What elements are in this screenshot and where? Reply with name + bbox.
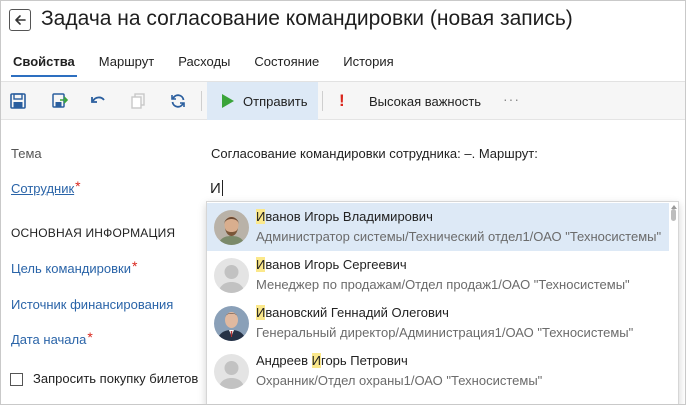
copy-button[interactable] xyxy=(126,89,150,113)
text-caret xyxy=(221,180,223,196)
user-photo-icon xyxy=(214,210,249,245)
suggestion-item[interactable]: Иванов Игорь Сергеевич Менеджер по прода… xyxy=(207,251,669,299)
employee-label[interactable]: Сотрудник* xyxy=(11,178,81,197)
purpose-label: Цель командировки* xyxy=(11,258,138,277)
scrollbar-thumb[interactable] xyxy=(671,209,676,221)
employee-label-text: Сотрудник xyxy=(11,181,75,196)
send-button-label: Отправить xyxy=(243,93,308,109)
toolbar-separator xyxy=(201,91,202,111)
user-placeholder-icon xyxy=(214,354,249,389)
name-rest: вановский Геннадий Олегович xyxy=(265,305,449,320)
tab-history[interactable]: История xyxy=(331,45,405,81)
page-title: Задача на согласование командировки (нов… xyxy=(41,7,573,30)
avatar xyxy=(214,210,249,245)
refresh-icon xyxy=(171,94,185,108)
user-photo-icon xyxy=(214,306,249,341)
exclamation-icon: ! xyxy=(339,91,345,110)
required-mark: * xyxy=(75,178,81,194)
suggestion-description: Менеджер по продажам/Отдел продаж1/ОАО "… xyxy=(256,277,630,292)
refresh-button[interactable] xyxy=(166,89,190,113)
avatar xyxy=(214,354,249,389)
save-icon xyxy=(10,93,26,109)
high-priority-button[interactable]: ! Высокая важность xyxy=(339,82,481,120)
save-close-icon xyxy=(52,93,68,108)
suggestion-item[interactable]: Ивановский Геннадий Олегович Генеральный… xyxy=(207,299,669,347)
arrow-left-icon xyxy=(15,15,26,25)
high-priority-label: Высокая важность xyxy=(369,93,482,109)
more-options-button[interactable]: ··· xyxy=(503,91,520,107)
suggestion-description: Генеральный директор/Администрация1/ОАО … xyxy=(256,325,634,340)
suggestion-description: Администратор системы/Технический отдел1… xyxy=(256,229,662,244)
name-start: Андреев xyxy=(256,353,312,368)
copy-icon xyxy=(131,93,145,109)
save-button[interactable] xyxy=(6,89,30,113)
subject-label: Тема xyxy=(11,146,42,161)
dropdown-scrollbar[interactable] xyxy=(669,202,678,404)
avatar xyxy=(214,306,249,341)
tab-bar: Свойства Маршрут Расходы Состояние Истор… xyxy=(1,45,685,81)
match-highlight: И xyxy=(256,209,266,224)
avatar xyxy=(214,258,249,293)
request-tickets-label: Запросить покупку билетов xyxy=(33,371,199,386)
funding-label: Источник финансирования xyxy=(11,297,174,312)
name-rest: ванов Игорь Владимирович xyxy=(265,209,433,224)
suggestion-item[interactable]: Андреев Игорь Петрович Охранник/Отдел ох… xyxy=(207,347,669,395)
employee-suggestions-dropdown: Иванов Игорь Владимирович Администратор … xyxy=(206,201,679,404)
play-icon xyxy=(222,94,234,108)
toolbar-separator xyxy=(322,91,323,111)
start-date-label-text: Дата начала xyxy=(11,332,87,347)
tab-expenses[interactable]: Расходы xyxy=(166,45,242,81)
required-mark: * xyxy=(87,329,93,345)
suggestion-description: Охранник/Отдел охраны1/ОАО "Техносистемы… xyxy=(256,373,543,388)
undo-button[interactable] xyxy=(86,89,110,113)
required-mark: * xyxy=(131,258,138,274)
subject-value: Согласование командировки сотрудника: –.… xyxy=(211,146,538,161)
save-and-close-button[interactable] xyxy=(47,89,71,113)
suggestion-item[interactable]: Иванов Игорь Владимирович Администратор … xyxy=(207,203,669,251)
title-bar: Задача на согласование командировки (нов… xyxy=(1,1,685,41)
task-window: Задача на согласование командировки (нов… xyxy=(0,0,686,405)
match-highlight: И xyxy=(256,305,266,320)
section-title: ОСНОВНАЯ ИНФОРМАЦИЯ xyxy=(11,226,176,240)
purpose-label-text: Цель командировки xyxy=(11,261,131,276)
tab-state[interactable]: Состояние xyxy=(242,45,331,81)
tab-route[interactable]: Маршрут xyxy=(87,45,166,81)
back-button[interactable] xyxy=(9,9,31,31)
employee-input-value: И xyxy=(210,179,221,197)
suggestion-name: Иванов Игорь Владимирович xyxy=(256,209,433,224)
suggestion-name: Андреев Игорь Петрович xyxy=(256,353,408,368)
tab-properties[interactable]: Свойства xyxy=(1,45,87,81)
match-highlight: И xyxy=(256,257,266,272)
name-rest: горь Петрович xyxy=(321,353,408,368)
match-highlight: И xyxy=(311,353,321,368)
request-tickets-checkbox[interactable] xyxy=(10,373,23,386)
suggestion-name: Ивановский Геннадий Олегович xyxy=(256,305,449,320)
suggestion-name: Иванов Игорь Сергеевич xyxy=(256,257,407,272)
undo-icon xyxy=(91,96,105,103)
name-rest: ванов Игорь Сергеевич xyxy=(265,257,407,272)
employee-input[interactable]: И xyxy=(207,175,679,202)
start-date-label: Дата начала* xyxy=(11,329,93,348)
user-placeholder-icon xyxy=(214,258,249,293)
send-button[interactable]: Отправить xyxy=(207,82,318,120)
toolbar: Отправить ! Высокая важность ··· xyxy=(1,82,685,120)
